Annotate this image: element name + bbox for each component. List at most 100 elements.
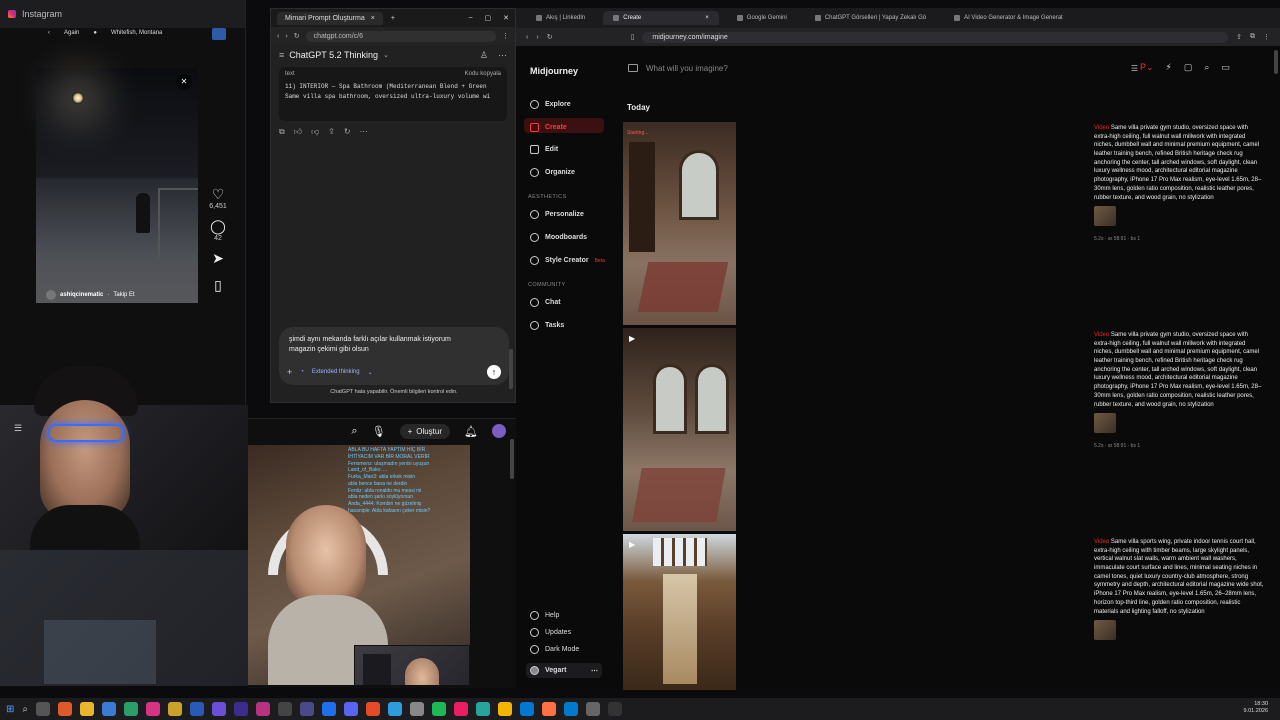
- share-icon[interactable]: ⇪: [328, 127, 335, 137]
- browser-tab[interactable]: ChatGPT Görselleri | Yapay Zekalı Gö: [805, 11, 936, 25]
- nav-chat[interactable]: Chat: [530, 298, 561, 307]
- browser-tab[interactable]: AI Video Generator & Image Generat: [944, 11, 1073, 25]
- nav-tasks[interactable]: Tasks: [530, 321, 564, 330]
- brave-icon[interactable]: [58, 702, 72, 716]
- chat-username[interactable]: hasaniple:: [348, 508, 371, 514]
- edge-icon[interactable]: [520, 702, 534, 716]
- avatar[interactable]: [46, 290, 56, 300]
- bell-icon[interactable]: 🔔︎: [464, 425, 478, 438]
- thumbs-up-icon[interactable]: 👍︎: [294, 127, 302, 137]
- search-icon[interactable]: ⌕: [351, 425, 357, 438]
- regenerate-icon[interactable]: ↻: [344, 127, 351, 137]
- nav-personalize[interactable]: Personalize: [530, 210, 584, 219]
- browser-tab[interactable]: Create ×: [603, 11, 719, 25]
- midjourney-logo[interactable]: Midjourney: [530, 66, 578, 76]
- chat-username[interactable]: Anda_4444:: [348, 501, 375, 507]
- browser-url[interactable]: midjourney.com/imagine: [642, 31, 1229, 43]
- forward-icon[interactable]: ›: [536, 34, 538, 41]
- chat-username[interactable]: Fenomenz:: [348, 461, 373, 467]
- app-icon[interactable]: [278, 702, 292, 716]
- scrollbar[interactable]: [1274, 50, 1278, 74]
- back-icon[interactable]: ‹: [277, 33, 279, 40]
- image-icon[interactable]: [628, 64, 638, 72]
- extensions-icon[interactable]: ⋮: [502, 32, 509, 40]
- mute-icon[interactable]: ✕: [176, 74, 192, 90]
- chat-icon[interactable]: ▢: [1184, 62, 1193, 73]
- reel-video[interactable]: ✕ ashiqcinematic · Takip Et: [36, 68, 198, 303]
- model-selector[interactable]: ChatGPT 5.2 Thinking: [289, 50, 378, 60]
- stream-video[interactable]: ABLA BU HAFTA YAPTIM HİÇ BİR İHTİYACIM V…: [248, 445, 470, 685]
- nav-organize[interactable]: Organize: [530, 168, 575, 177]
- search-icon[interactable]: ⌕: [22, 704, 28, 715]
- discord-icon[interactable]: [344, 702, 358, 716]
- app-icon[interactable]: [124, 702, 138, 716]
- prompt-text[interactable]: Same villa sports wing, private indoor t…: [1094, 539, 1263, 615]
- heart-icon[interactable]: ♡: [207, 186, 229, 203]
- spotify-icon[interactable]: [432, 702, 446, 716]
- user-menu[interactable]: Vegart ⋯: [526, 663, 602, 678]
- back-icon[interactable]: ‹: [48, 30, 50, 36]
- play-icon[interactable]: ▶: [629, 334, 635, 343]
- new-tab-icon[interactable]: +: [391, 15, 395, 22]
- nav-help[interactable]: Help: [530, 611, 559, 620]
- bookmark-icon[interactable]: ▯: [631, 33, 635, 41]
- create-button[interactable]: + Oluştur: [399, 423, 451, 439]
- premiere-icon[interactable]: [212, 702, 226, 716]
- photoshop-icon[interactable]: [190, 702, 204, 716]
- app-icon[interactable]: [476, 702, 490, 716]
- app-icon[interactable]: [146, 702, 160, 716]
- browser-tab[interactable]: Google Gemini: [727, 11, 797, 25]
- reference-thumbnail[interactable]: [1094, 206, 1116, 227]
- task-view-icon[interactable]: [36, 702, 50, 716]
- prompt-text[interactable]: Same villa private gym studio, oversized…: [1094, 125, 1261, 201]
- personalize-toggle-icon[interactable]: P⌄: [1140, 62, 1154, 73]
- system-clock[interactable]: 18:30 9.01.2026: [1244, 701, 1268, 715]
- file-explorer-icon[interactable]: [80, 702, 94, 716]
- close-icon[interactable]: ×: [371, 15, 375, 22]
- folder-icon[interactable]: ▭: [1221, 62, 1230, 73]
- speed-icon[interactable]: ⚡︎: [1166, 62, 1172, 73]
- nav-explore[interactable]: Explore: [530, 100, 571, 109]
- prompt-text[interactable]: Same villa private gym studio, oversized…: [1094, 332, 1261, 408]
- nav-create[interactable]: Create: [530, 123, 567, 132]
- nav-dark-mode[interactable]: Dark Mode: [530, 645, 579, 654]
- app-icon[interactable]: [322, 702, 336, 716]
- nav-style-creator[interactable]: Style Creator Beta: [530, 256, 605, 265]
- user-icon[interactable]: ♙: [480, 50, 488, 61]
- after-effects-icon[interactable]: [234, 702, 248, 716]
- chat-username[interactable]: Land_of_Bako:: [348, 467, 382, 473]
- prompt-input[interactable]: şimdi aynı mekanda farklı açılar kullanm…: [279, 327, 509, 385]
- chat-username[interactable]: Furka_Man3:: [348, 474, 377, 480]
- instagram-location[interactable]: Whitefish, Montana: [111, 30, 162, 36]
- extensions-icon[interactable]: ⧉: [1250, 33, 1255, 41]
- instagram-app-icon[interactable]: [212, 28, 226, 40]
- thumbs-down-icon[interactable]: 👎︎: [311, 127, 319, 137]
- imagine-bar[interactable]: What will you imagine? ☰: [628, 58, 1138, 78]
- more-icon[interactable]: ⋯: [360, 127, 368, 137]
- copy-icon[interactable]: ⧉: [279, 127, 285, 137]
- app-icon[interactable]: [256, 702, 270, 716]
- app-icon[interactable]: [542, 702, 556, 716]
- bookmark-icon[interactable]: ▯: [207, 277, 229, 294]
- reel-username[interactable]: ashiqcinematic: [60, 292, 103, 298]
- chatgpt-tab[interactable]: Mimari Prompt Oluşturma ×: [277, 11, 383, 25]
- app-icon[interactable]: [388, 702, 402, 716]
- avatar[interactable]: [492, 424, 506, 438]
- close-icon[interactable]: ×: [705, 15, 709, 21]
- app-icon[interactable]: [366, 702, 380, 716]
- app-icon[interactable]: [454, 702, 468, 716]
- play-icon[interactable]: ▶: [629, 540, 635, 549]
- search-icon[interactable]: ⌕: [1204, 62, 1209, 73]
- maximize-icon[interactable]: ▢: [485, 14, 492, 22]
- chatgpt-url[interactable]: chatgpt.com/c/6: [305, 30, 496, 42]
- reload-icon[interactable]: ↻: [547, 33, 553, 41]
- sidebar-toggle-icon[interactable]: ≡: [279, 50, 284, 60]
- settings-sliders-icon[interactable]: ☰: [1131, 64, 1138, 73]
- windows-start-icon[interactable]: ⊞: [6, 704, 14, 715]
- forward-icon[interactable]: ›: [285, 33, 287, 40]
- instagram-back-label[interactable]: Again: [64, 30, 79, 36]
- nav-updates[interactable]: Updates: [530, 628, 571, 637]
- app-icon[interactable]: [410, 702, 424, 716]
- minimize-icon[interactable]: –: [469, 14, 473, 22]
- reference-thumbnail[interactable]: [1094, 413, 1116, 434]
